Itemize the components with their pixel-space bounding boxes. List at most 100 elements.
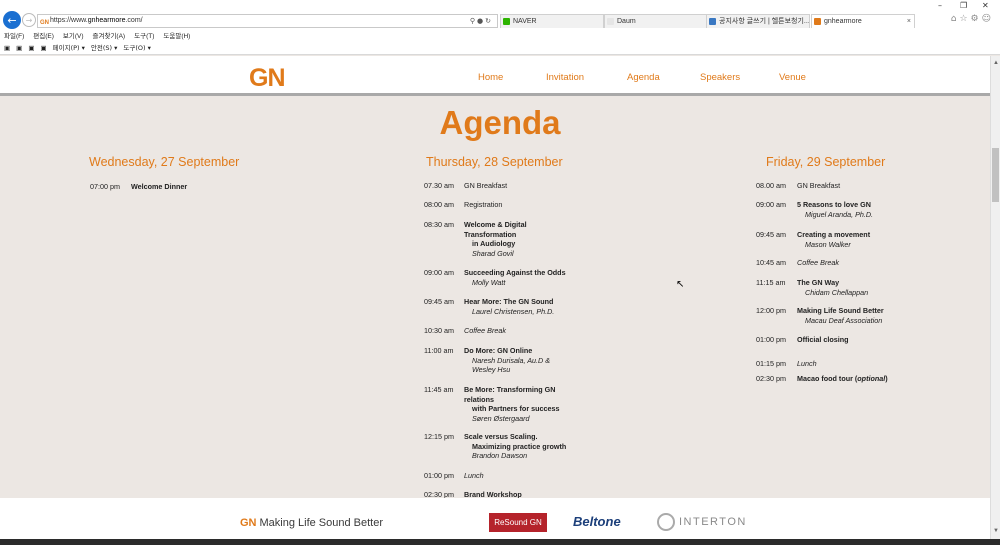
nav-venue[interactable]: Venue xyxy=(779,72,806,83)
event-time: 10:30 am xyxy=(424,326,454,335)
nav-speakers[interactable]: Speakers xyxy=(700,72,740,83)
address-bar[interactable]: GN https://www.gnhearmore.com/ ⚲●↻ xyxy=(37,14,498,28)
event-speaker: Lunch xyxy=(797,359,817,368)
browser-tab[interactable]: Daum xyxy=(604,14,708,28)
nav-agenda[interactable]: Agenda xyxy=(627,72,660,83)
event-time: 09:00 am xyxy=(756,200,786,209)
tab-label: 공지사항 글쓰기 | 헬튼보청기... xyxy=(719,18,810,25)
mail-icon[interactable]: ▣ xyxy=(28,44,34,52)
command-item[interactable]: 도구(O) ▾ xyxy=(123,44,150,52)
star-icon[interactable]: ☆ xyxy=(959,14,970,24)
forward-button[interactable]: → xyxy=(22,13,36,27)
menu-item[interactable]: 도움말(H) xyxy=(163,33,190,40)
command-item[interactable]: 페이지(P) ▾ xyxy=(53,44,85,52)
browser-window: ← → GN https://www.gnhearmore.com/ ⚲●↻ N… xyxy=(0,0,1000,545)
agenda-event: Do More: GN Online Naresh Durisala, Au.D … xyxy=(464,346,550,375)
resound-logo[interactable]: ReSound GN xyxy=(489,513,547,532)
vertical-scrollbar[interactable]: ▲ ▼ xyxy=(990,56,1000,545)
menu-item[interactable]: 보기(V) xyxy=(63,33,84,40)
interton-label: INTERTON xyxy=(679,516,747,528)
agenda-event: Lunch xyxy=(464,471,484,481)
restore-icon[interactable]: ❐ xyxy=(960,1,967,10)
agenda-event: Creating a movement Mason Walker xyxy=(797,230,870,249)
event-title: Maximizing practice growth xyxy=(472,441,567,451)
agenda-event: Registration xyxy=(464,200,502,210)
event-speaker: Molly Watt xyxy=(472,277,506,287)
browser-tab[interactable]: NAVER xyxy=(500,14,604,28)
event-time: 07:00 pm xyxy=(90,182,120,191)
tab-favicon xyxy=(814,18,821,25)
event-title: in Audiology xyxy=(472,239,516,248)
search-icon[interactable]: ⚲ xyxy=(470,17,477,25)
lock-icon[interactable]: ● xyxy=(477,17,485,25)
event-speaker: Brandon Dawson xyxy=(472,451,528,460)
event-speaker: Naresh Durisala, Au.D & xyxy=(472,355,551,365)
site-favicon: GN xyxy=(40,20,49,26)
event-time: 11:15 am xyxy=(756,278,786,287)
toolbar-icons: ⌂☆⚙☺ xyxy=(951,14,994,24)
back-button[interactable]: ← xyxy=(3,11,21,29)
menu-item[interactable]: 도구(T) xyxy=(134,33,154,40)
event-speaker: Chidam Chellappan xyxy=(805,287,869,297)
scroll-down-icon[interactable]: ▼ xyxy=(993,528,999,534)
event-time: 12:00 pm xyxy=(756,306,786,315)
close-tab-icon[interactable]: × xyxy=(907,15,911,28)
event-speaker: Søren Østergaard xyxy=(472,413,530,423)
taskbar xyxy=(0,539,1000,545)
agenda-event: Welcome & Digital Transformation in Audio… xyxy=(464,220,574,258)
browser-tab[interactable]: 공지사항 글쓰기 | 헬튼보청기... xyxy=(706,14,810,28)
gear-icon[interactable]: ⚙ xyxy=(971,14,982,24)
gn-logo[interactable]: GN xyxy=(249,64,285,93)
scroll-up-icon[interactable]: ▲ xyxy=(993,60,999,66)
page-icon[interactable]: ▣ xyxy=(4,44,10,52)
tab-favicon xyxy=(503,18,510,25)
print-icon[interactable]: ▣ xyxy=(40,44,46,52)
event-time: 09:45 am xyxy=(424,297,454,306)
arrow-left-icon: ← xyxy=(7,13,17,27)
event-title: Macao food tour (optional) xyxy=(797,374,888,384)
command-item[interactable]: 안전(S) ▾ xyxy=(91,44,118,52)
tab-label: gnhearmore xyxy=(824,18,862,25)
interton-logo[interactable]: INTERTON xyxy=(657,512,747,532)
url-suffix: .com/ xyxy=(125,17,143,24)
smiley-icon[interactable]: ☺ xyxy=(982,14,994,24)
event-time: 10:45 am xyxy=(756,258,786,267)
event-speaker: Sharad Govil xyxy=(472,248,514,258)
event-speaker: Macau Deaf Association xyxy=(805,315,883,325)
address-url[interactable]: https://www.gnhearmore.com/ xyxy=(50,15,143,27)
menu-item[interactable]: 편집(E) xyxy=(33,33,54,40)
agenda-event: Hear More: The GN Sound Laurel Christense… xyxy=(464,297,554,316)
nav-invitation[interactable]: Invitation xyxy=(546,72,584,83)
scroll-thumb[interactable] xyxy=(992,148,999,202)
interton-ring-icon xyxy=(657,513,675,531)
event-title: Be More: Transforming GN relations xyxy=(464,385,556,404)
event-title: Hear More: The GN Sound xyxy=(464,297,554,306)
footer-gn: GN xyxy=(240,517,257,529)
event-speaker: Lunch xyxy=(464,471,484,480)
nav-home[interactable]: Home xyxy=(478,72,503,83)
agenda-event: Be More: Transforming GN relations with P… xyxy=(464,385,574,423)
url-prefix: https://www. xyxy=(50,17,88,24)
page-title: Agenda xyxy=(439,104,561,141)
event-title: Making Life Sound Better xyxy=(797,306,884,315)
event-title-part: optional xyxy=(857,374,886,383)
event-time: 07.30 am xyxy=(424,181,454,190)
refresh-icon[interactable]: ↻ xyxy=(485,17,493,25)
address-tools[interactable]: ⚲●↻ xyxy=(470,15,493,27)
footer-tagline: GN Making Life Sound Better xyxy=(240,517,383,529)
event-speaker: Mason Walker xyxy=(805,239,851,249)
event-title: Succeeding Against the Odds xyxy=(464,268,566,277)
feed-icon[interactable]: ▣ xyxy=(16,44,22,52)
close-icon[interactable]: ✕ xyxy=(982,1,989,10)
agenda-event: Coffee Break xyxy=(797,258,839,268)
event-time: 12:15 pm xyxy=(424,432,454,441)
beltone-logo[interactable]: Beltone xyxy=(573,514,621,529)
browser-tab[interactable]: gnhearmore × xyxy=(811,14,915,28)
menu-item[interactable]: 즐겨찾기(A) xyxy=(93,33,126,40)
minimize-icon[interactable]: – xyxy=(938,1,942,10)
menu-item[interactable]: 파일(F) xyxy=(4,33,24,40)
event-time: 09:45 am xyxy=(756,230,786,239)
event-title: Creating a movement xyxy=(797,230,871,239)
event-title-part: Macao food tour ( xyxy=(797,374,858,383)
agenda-event: Official closing xyxy=(797,335,849,345)
